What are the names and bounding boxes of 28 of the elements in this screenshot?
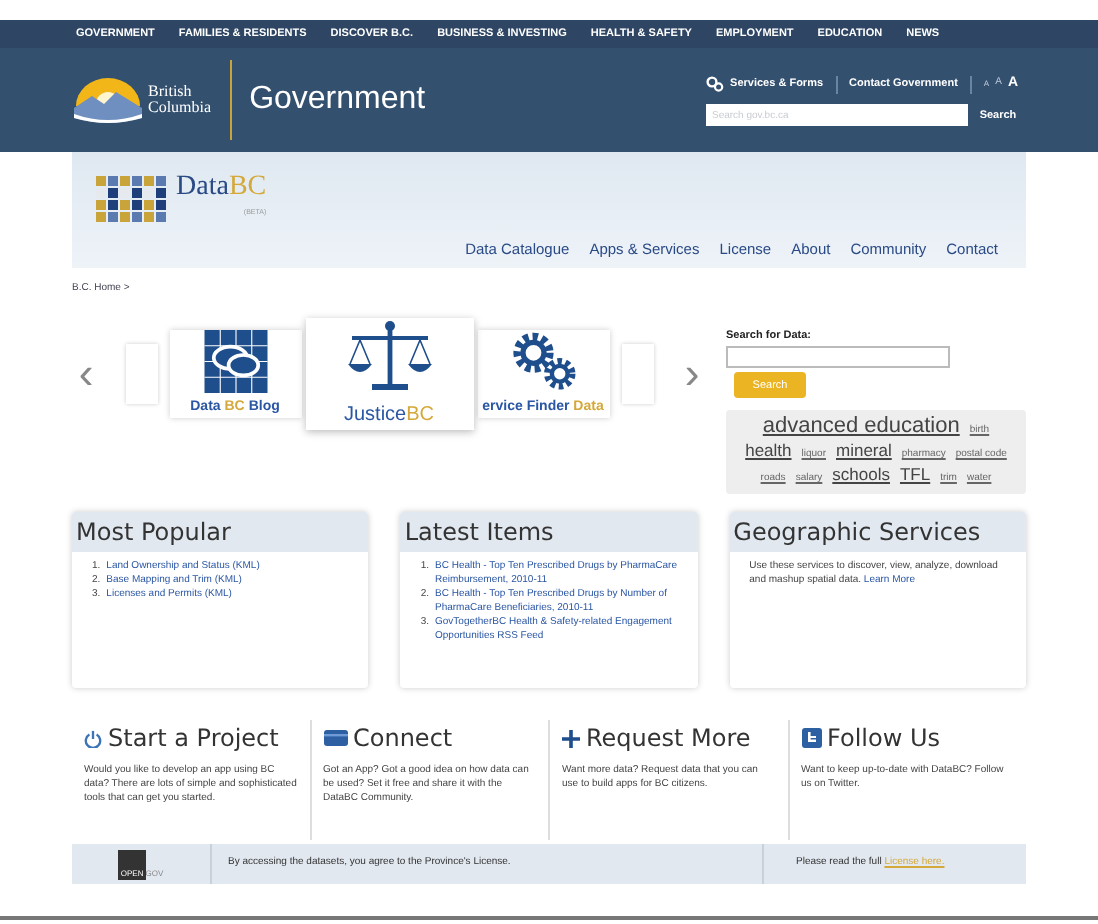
power-icon: [84, 729, 102, 747]
feature-title: Follow Us: [827, 722, 940, 756]
feature-title: Request More: [586, 722, 751, 756]
tag-link[interactable]: health: [745, 440, 792, 461]
gears-icon: [706, 76, 725, 92]
panel-title: Geographic Services: [733, 516, 981, 550]
sunrise-logo-icon: [72, 74, 144, 126]
mosaic-logo-icon: [96, 176, 168, 224]
databc-logo-text: DataBC: [176, 176, 267, 200]
data-search-field[interactable]: [726, 346, 950, 369]
province-name: British: [148, 84, 194, 100]
tag-link[interactable]: mineral: [836, 440, 892, 461]
scales-icon: [343, 319, 435, 395]
government-title: Government: [249, 80, 426, 120]
feature-title: Connect: [353, 722, 453, 756]
province-name: Columbia: [148, 100, 212, 116]
panel-title: Most Popular: [76, 516, 231, 550]
carousel-card[interactable]: JusticeBC: [305, 318, 473, 430]
speech-bubbles-icon: [201, 330, 269, 393]
feature-title: Start a Project: [108, 722, 279, 756]
twitter-icon: [801, 728, 821, 748]
panel-title: Latest Items: [404, 516, 554, 550]
tag-link[interactable]: TFL: [899, 464, 931, 485]
plus-icon: [562, 729, 580, 747]
card-icon: [323, 730, 347, 746]
tag-link[interactable]: advanced education: [762, 416, 960, 437]
tag-link[interactable]: schools: [832, 464, 890, 485]
card-title: JusticeBC: [343, 401, 435, 429]
